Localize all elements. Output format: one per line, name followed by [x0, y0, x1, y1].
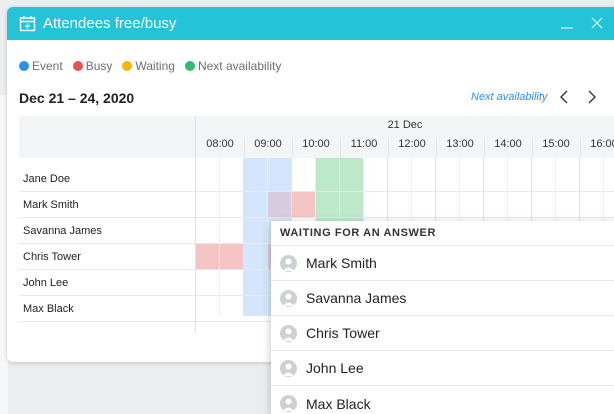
- close-icon[interactable]: [590, 16, 604, 30]
- hour-label: 11:00: [350, 138, 378, 150]
- hour-divider: [484, 138, 485, 158]
- window-title: Attendees free/busy: [43, 15, 177, 32]
- list-item[interactable]: John Lee: [271, 351, 614, 386]
- title-bar: Attendees free/busy: [7, 7, 614, 40]
- next-availability-link[interactable]: Next availability: [471, 91, 547, 103]
- attendee-name: Max Black: [23, 303, 74, 315]
- grid-line: [219, 158, 220, 316]
- hour-label: 15:00: [542, 138, 570, 150]
- avatar-icon: [280, 395, 297, 412]
- hour-label: 16:00: [590, 138, 614, 150]
- list-item[interactable]: Max Black: [271, 386, 614, 414]
- legend-label: Event: [32, 59, 63, 73]
- chevron-left-icon[interactable]: [557, 88, 573, 106]
- timeline-header: 21 Dec 08:00 09:00 10:00 11:00 12:00 13:…: [195, 116, 614, 158]
- hour-label: 09:00: [254, 138, 282, 150]
- list-item-label: Mark Smith: [306, 255, 377, 271]
- list-item-label: Max Black: [306, 395, 371, 412]
- legend-item-event: Event: [19, 59, 63, 73]
- hour-label: 14:00: [494, 138, 522, 150]
- column-divider: [195, 158, 196, 333]
- event-dot-icon: [19, 61, 29, 71]
- hour-divider: [532, 138, 533, 158]
- attendee-name: Mark Smith: [23, 199, 79, 211]
- attendee-row: Mark Smith: [19, 192, 614, 218]
- list-item[interactable]: Chris Tower: [271, 316, 614, 351]
- attendee-column-header: [19, 116, 195, 158]
- popup-title: WAITING FOR AN ANSWER: [271, 221, 614, 246]
- day-label: 21 Dec: [387, 119, 423, 131]
- attendee-name: John Lee: [23, 277, 69, 289]
- list-item[interactable]: Mark Smith: [271, 246, 614, 281]
- hour-label: 08:00: [206, 138, 234, 150]
- avatar-icon: [280, 254, 297, 272]
- grid-line: [243, 158, 244, 316]
- busy-dot-icon: [72, 61, 83, 71]
- calendar-icon: [19, 16, 36, 32]
- hour-divider: [340, 138, 341, 158]
- hour-divider: [436, 138, 437, 158]
- legend-label: Next availability: [197, 59, 282, 73]
- minimize-icon[interactable]: [560, 16, 574, 30]
- avatar-icon: [280, 324, 297, 342]
- avatar-icon: [280, 359, 297, 377]
- list-item[interactable]: Savanna James: [271, 281, 614, 316]
- legend-item-busy: Busy: [72, 59, 113, 73]
- waiting-dot-icon: [122, 61, 133, 71]
- grid-line: [267, 158, 268, 316]
- date-range: Dec 21 – 24, 2020: [19, 90, 135, 106]
- waiting-popup: WAITING FOR AN ANSWER Mark Smith Savanna…: [271, 221, 614, 414]
- available-dot-icon: [184, 61, 195, 71]
- avatar-icon: [280, 289, 297, 307]
- chevron-right-icon[interactable]: [583, 88, 599, 106]
- hour-divider: [580, 138, 581, 158]
- legend-label: Waiting: [135, 59, 175, 73]
- legend: Event Busy Waiting Next availability: [19, 59, 291, 73]
- hour-label: 10:00: [302, 138, 330, 150]
- legend-item-waiting: Waiting: [122, 59, 175, 73]
- legend-item-next-availability: Next availability: [184, 59, 282, 73]
- list-item-label: John Lee: [306, 360, 364, 376]
- hour-label: 12:00: [398, 138, 426, 150]
- hour-divider: [388, 138, 389, 158]
- hour-divider: [244, 138, 245, 158]
- attendee-row: Jane Doe: [19, 166, 614, 192]
- legend-label: Busy: [85, 59, 113, 73]
- hour-label: 13:00: [446, 138, 474, 150]
- attendee-name: Savanna James: [23, 225, 102, 237]
- list-item-label: Savanna James: [306, 290, 407, 306]
- attendee-name: Jane Doe: [23, 173, 71, 185]
- list-item-label: Chris Tower: [306, 325, 380, 341]
- attendee-name: Chris Tower: [23, 251, 81, 263]
- hour-divider: [292, 138, 293, 158]
